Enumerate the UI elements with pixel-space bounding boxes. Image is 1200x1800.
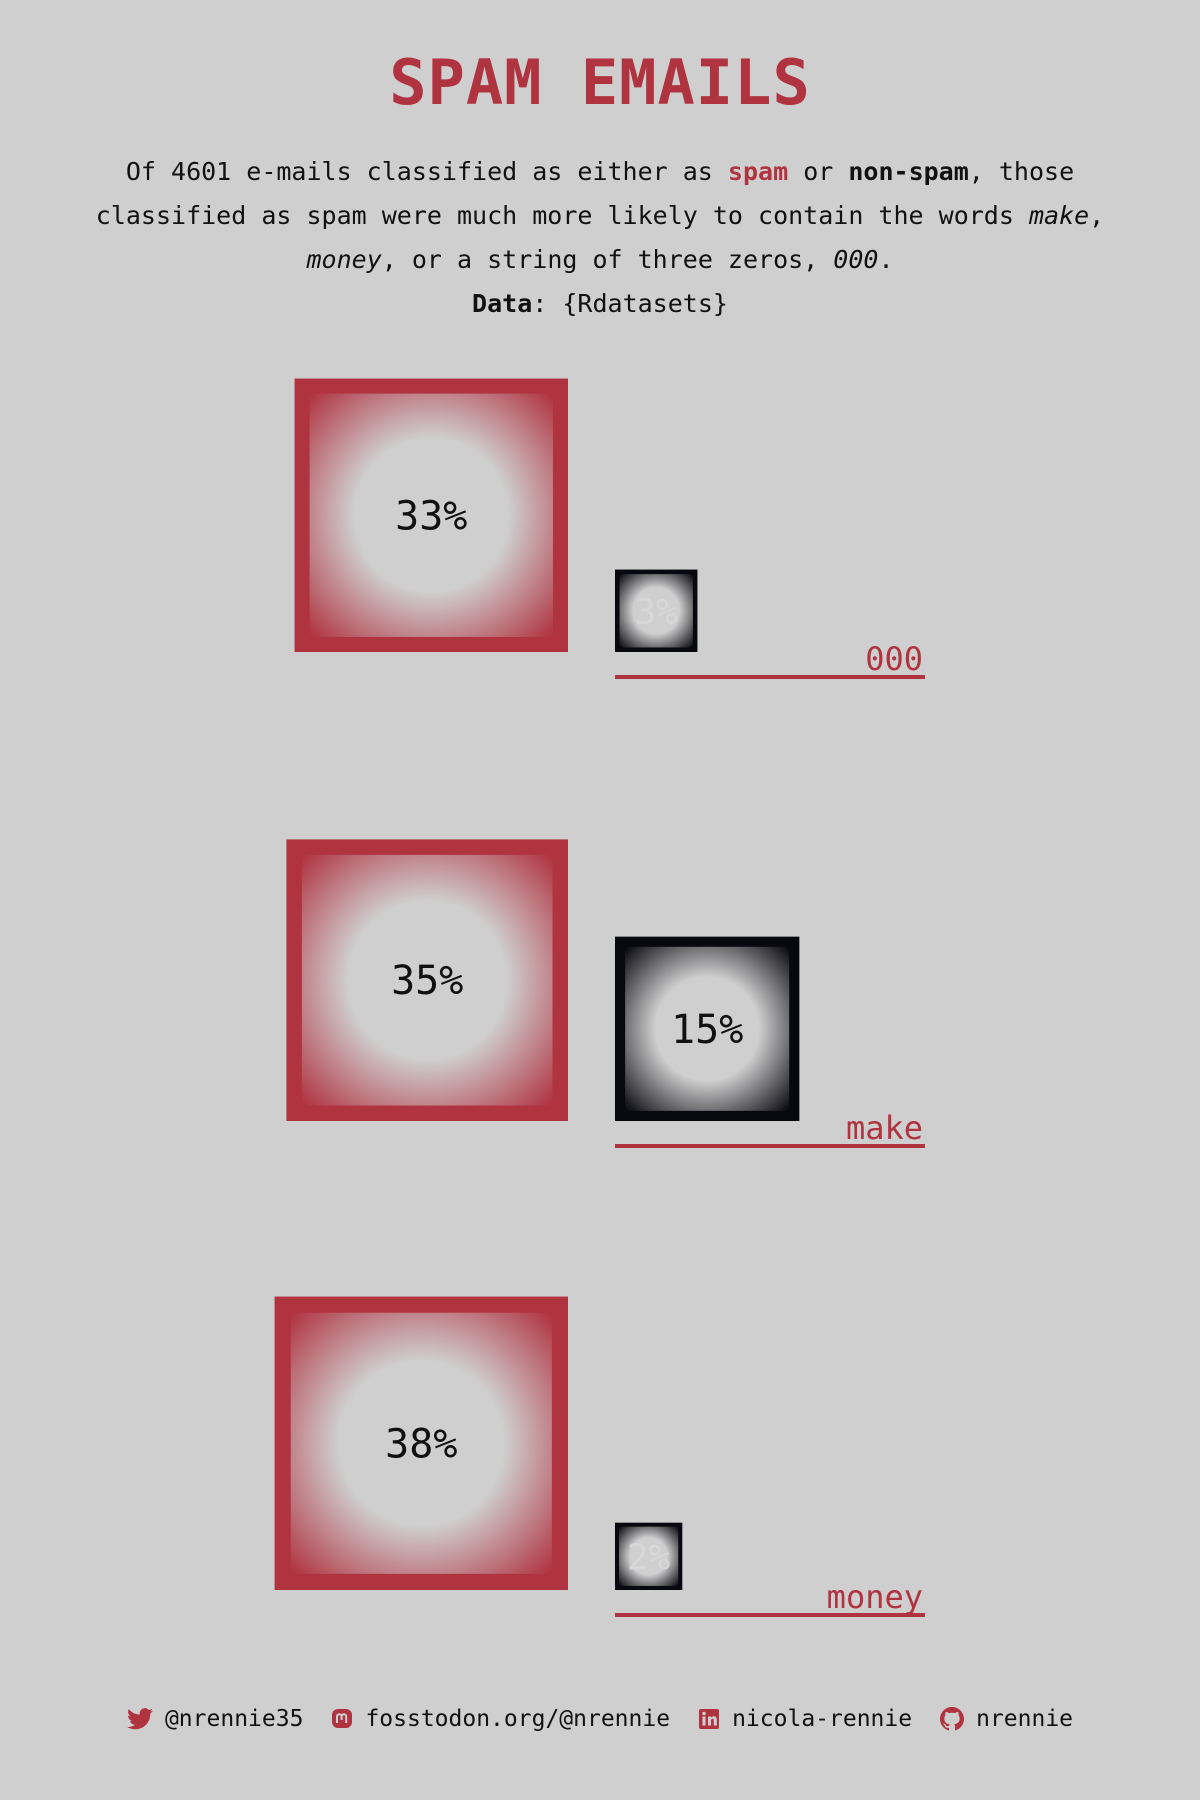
spam-label-make: 35% — [391, 958, 463, 1004]
github-handle[interactable]: nrennie — [940, 1706, 1073, 1732]
category-label-money: money — [827, 1578, 923, 1616]
linkedin-icon — [698, 1708, 720, 1730]
github-icon — [940, 1707, 965, 1731]
non-spam-label-make: 15% — [671, 1007, 743, 1053]
spam-label-money: 38% — [385, 1421, 457, 1467]
mastodon-handle[interactable]: fosstodon.org/@nrennie — [331, 1706, 670, 1732]
github-text: nrennie — [976, 1706, 1074, 1732]
non-spam-label-money: 2% — [627, 1537, 671, 1578]
twitter-handle[interactable]: @nrennie35 — [126, 1706, 304, 1732]
category-label-000: 000 — [865, 640, 923, 678]
linkedin-handle[interactable]: nicola-rennie — [698, 1706, 912, 1732]
non-spam-label-000: 3% — [635, 592, 679, 633]
chart-area: 33% 3% 000 35% 15% make 38% 2% money — [274, 378, 925, 1617]
category-label-make: make — [846, 1109, 923, 1147]
twitter-text: @nrennie35 — [164, 1706, 304, 1732]
social-footer: @nrennie35 fosstodon.org/@nrennie nicola… — [0, 1706, 1200, 1732]
mastodon-text: fosstodon.org/@nrennie — [365, 1706, 671, 1732]
twitter-icon — [126, 1708, 153, 1730]
spam-label-000: 33% — [395, 493, 467, 539]
linkedin-text: nicola-rennie — [732, 1706, 913, 1732]
mastodon-icon — [331, 1708, 353, 1730]
